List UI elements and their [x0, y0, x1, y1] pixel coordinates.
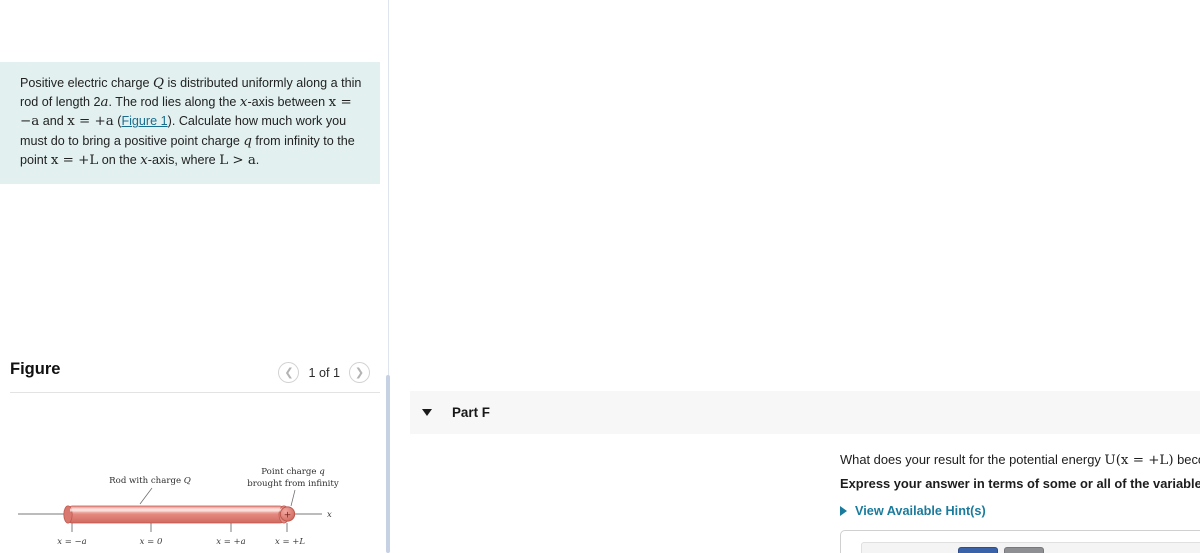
review-link[interactable]: Review — [1149, 9, 1190, 23]
figure-divider — [10, 392, 380, 393]
feedback-label: Correct — [884, 286, 932, 301]
part-e-feedback-correct: ✔ Correct — [838, 274, 1102, 313]
part-e-hint-label[interactable]: View Available Hint(s) — [855, 147, 986, 161]
tick-label-minus-a: x = −a — [57, 537, 87, 547]
var-Q: Q — [153, 76, 164, 91]
axis-label-x: x — [327, 510, 332, 520]
evaluate-section-header: EVALUATE — [410, 337, 1200, 375]
pager-label: 1 of 1 — [308, 365, 340, 380]
part-f-hint-toggle[interactable]: View Available Hint(s) — [840, 504, 986, 518]
toolbar-secondary-button[interactable] — [1004, 547, 1044, 553]
formula-ln: ln — [934, 191, 948, 207]
previous-answers-link[interactable]: Previous Answers — [927, 241, 1034, 255]
formula-coefficient-fraction: qQ 8πϵ0a — [899, 187, 933, 210]
formula-arg-numerator: L+a — [961, 187, 982, 199]
point-charge-caption-line1: Point charge q — [261, 467, 325, 477]
part-e-submit-row: Submit Previous Answers — [840, 236, 1034, 259]
part-e-instruction-a: Express your answer in terms of some or … — [840, 120, 1200, 135]
figure-pager: ❮ 1 of 1 ❯ — [278, 362, 370, 383]
part-f-answer-field[interactable] — [840, 530, 1200, 553]
part-f-hint-label[interactable]: View Available Hint(s) — [855, 504, 986, 518]
formula-lhs: W — [857, 190, 873, 208]
problem-text-line5b: -axis, where — [147, 152, 220, 167]
problem-text-line4a: bring a positive point charge — [82, 133, 244, 148]
formula-equals: = — [879, 191, 892, 207]
part-e-hint-toggle[interactable]: View Available Hint(s) — [840, 147, 986, 161]
var-q: q — [243, 133, 252, 149]
problem-text-line5a: on the — [101, 152, 141, 167]
problem-text-line5c: . — [255, 152, 260, 167]
equation-x-plus-L: x = +L — [50, 152, 99, 168]
formula-paren-close: ) — [984, 184, 995, 214]
formula-log-argument-fraction: L+a L−a — [959, 187, 984, 210]
problem-text-line2d: and — [39, 114, 64, 129]
var-a: a — [100, 95, 109, 111]
review-bar[interactable]: Review — [1127, 9, 1190, 23]
caret-down-icon[interactable] — [422, 409, 432, 416]
caret-down-icon[interactable] — [422, 54, 432, 61]
submit-button[interactable]: Submit — [840, 236, 902, 259]
part-f-equation-toolbar[interactable] — [861, 542, 1200, 553]
checkmark-icon: ✔ — [857, 285, 870, 303]
formula-arg-denominator: L−a — [959, 198, 984, 210]
part-e-answer-field[interactable]: W = qQ 8πϵ0a ln ( L+a L−a ) — [840, 173, 1090, 225]
formula-coef-numerator: qQ — [908, 187, 923, 199]
equation-L-gt-a: L > a — [219, 152, 256, 168]
part-e-title: Part E — [452, 50, 491, 65]
caret-right-icon[interactable] — [840, 506, 847, 516]
part-f-header[interactable]: Part F — [410, 391, 1200, 434]
figure-header: Figure ❮ 1 of 1 ❯ — [0, 360, 380, 390]
tick-label-plus-a: x = +a — [216, 537, 246, 547]
evaluate-label: EVALUATE — [432, 349, 497, 363]
figure-svg: x + x = −a x = 0 x = +a x = +L Rod with … — [18, 467, 339, 547]
right-panel: Review Part E Use your result from the p… — [390, 0, 1200, 553]
figure-illustration[interactable]: x + x = −a x = 0 x = +a x = +L Rod with … — [0, 398, 380, 553]
problem-text-line2: of length 2 — [41, 95, 101, 110]
part-e-question-text: Use your result from the previous part t… — [840, 96, 1200, 111]
point-charge-caption-line2: brought from infinity — [247, 479, 339, 489]
caret-right-icon[interactable] — [840, 149, 847, 159]
figure-1-link[interactable]: Figure 1 — [121, 114, 167, 128]
part-e-instruction: Express your answer in terms of some or … — [840, 119, 1200, 137]
book-icon — [1127, 10, 1142, 22]
chevron-right-icon[interactable]: ❯ — [349, 362, 370, 383]
tick-label-zero: x = 0 — [140, 537, 163, 547]
page-root: Positive electric charge Q is distribute… — [0, 0, 1200, 553]
rod-caption: Rod with charge Q — [109, 476, 191, 486]
equation-x-plus-a: x = +a — [67, 114, 114, 130]
formula-paren-open: ( — [948, 184, 959, 214]
problem-text-line2b: . The rod lies along the — [108, 95, 240, 110]
part-f-title: Part F — [452, 405, 490, 420]
figure-title: Figure — [10, 360, 61, 378]
problem-text-line1: Positive electric charge — [20, 76, 153, 90]
part-e-header[interactable]: Part E — [410, 36, 1200, 79]
problem-statement: Positive electric charge Q is distribute… — [0, 62, 380, 185]
part-e-answer-formula: W = qQ 8πϵ0a ln ( L+a L−a ) — [857, 184, 995, 214]
tick-label-plus-L: x = +L — [275, 537, 305, 547]
formula-coef-denominator: 8πϵ0a — [899, 198, 933, 210]
left-panel: Positive electric charge Q is distribute… — [0, 0, 389, 553]
chevron-left-icon[interactable]: ❮ — [278, 362, 300, 383]
charge-sign-plus: + — [284, 511, 292, 521]
problem-text-line2c: -axis between — [247, 95, 329, 110]
toolbar-primary-button[interactable] — [958, 547, 998, 553]
var-x2: x — [140, 152, 148, 168]
